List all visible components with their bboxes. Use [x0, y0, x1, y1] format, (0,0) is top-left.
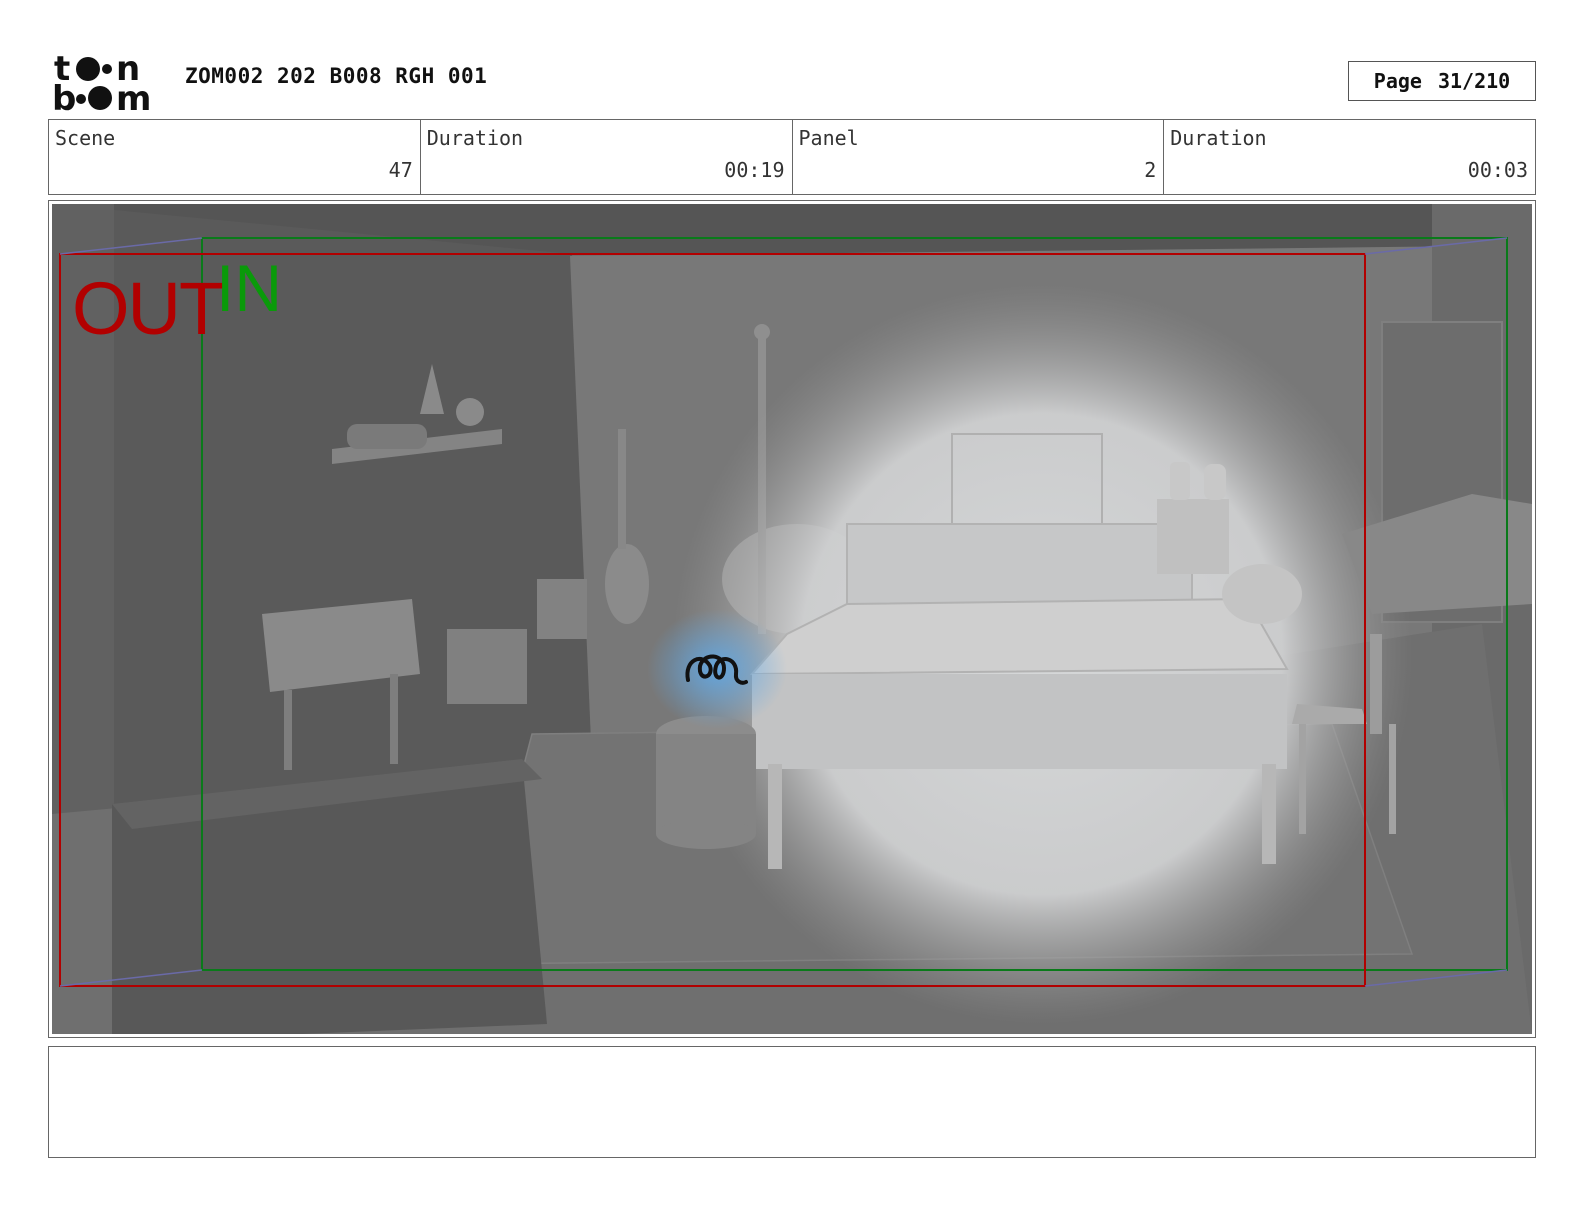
- toonboom-logo: t n b m: [52, 49, 164, 119]
- storyboard-panel-image: OUT IN: [52, 204, 1532, 1034]
- panel-duration-label: Duration: [1170, 126, 1267, 150]
- scene-duration-label: Duration: [426, 126, 524, 150]
- scene-value: 47: [388, 158, 413, 182]
- panel-duration-cell: Duration 00:03: [1164, 120, 1535, 194]
- camera-out-label: OUT: [72, 267, 224, 350]
- panel-notes-box: [48, 1046, 1536, 1158]
- panel-duration-value: 00:03: [1467, 158, 1528, 182]
- panel-cell: Panel 2: [793, 120, 1165, 194]
- scene-info-bar: Scene 47 Duration 00:19 Panel 2 Duration…: [48, 119, 1536, 195]
- scene-duration-cell: Duration 00:19: [421, 120, 793, 194]
- camera-in-label: IN: [216, 251, 282, 325]
- svg-text:m: m: [116, 79, 151, 112]
- page-indicator: Page 31/210: [1348, 61, 1536, 101]
- scene-cell: Scene 47: [49, 120, 421, 194]
- svg-text:b: b: [52, 79, 76, 112]
- page-number: 31/210: [1437, 69, 1511, 93]
- panel-label: Panel: [798, 126, 859, 150]
- scene-label: Scene: [55, 126, 116, 150]
- page-label: Page: [1373, 69, 1422, 93]
- panel-value: 2: [1144, 158, 1157, 182]
- document-title: ZOM002 202 B008 RGH 001: [185, 64, 488, 88]
- scene-duration-value: 00:19: [724, 158, 785, 182]
